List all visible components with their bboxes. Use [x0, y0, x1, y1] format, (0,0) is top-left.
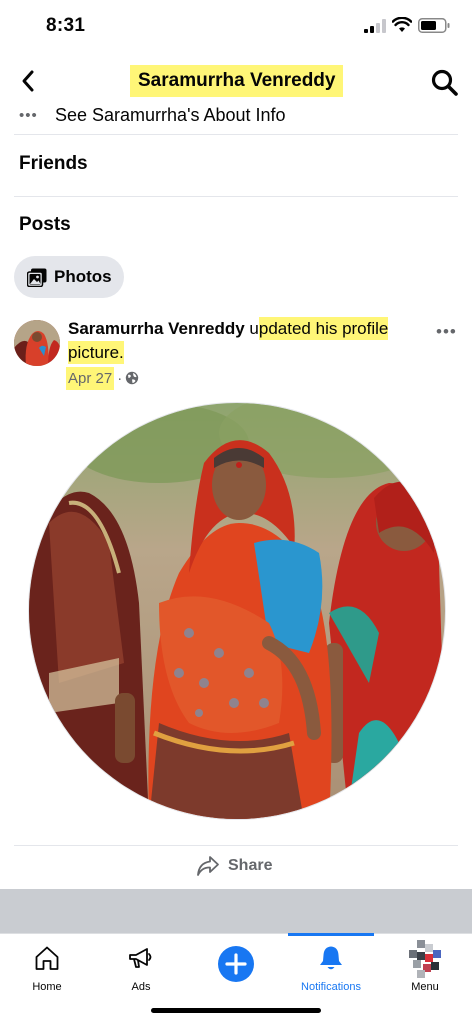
share-button[interactable]: Share [196, 850, 272, 882]
post-author-name[interactable]: Saramurrha Venreddy [68, 319, 245, 338]
status-time: 8:31 [46, 15, 86, 36]
plus-circle-icon [218, 946, 254, 982]
chevron-left-icon [22, 70, 34, 92]
cellular-signal-icon [364, 19, 386, 33]
post-date[interactable]: Apr 27 [66, 366, 115, 390]
tab-menu-label: Menu [411, 981, 439, 993]
tab-ads[interactable]: Ads [94, 934, 188, 1004]
post-header-text: Saramurrha Venreddy updated his profile … [68, 317, 413, 365]
about-info-row[interactable]: ••• See Saramurrha's About Info [0, 102, 472, 134]
page-title: Saramurrha Venreddy [130, 65, 344, 97]
friends-heading[interactable]: Friends [19, 153, 88, 175]
tab-home[interactable]: Home [0, 934, 94, 1004]
tab-ads-label: Ads [131, 981, 151, 993]
megaphone-icon [129, 948, 152, 968]
photos-icon [27, 268, 47, 287]
photo-illustration [29, 403, 445, 819]
divider [14, 196, 458, 197]
more-dots-icon: ••• [19, 107, 38, 124]
tab-home-label: Home [32, 981, 62, 993]
author-avatar[interactable] [14, 320, 60, 366]
bell-icon [320, 946, 342, 970]
divider [14, 845, 458, 846]
back-button[interactable] [14, 66, 42, 96]
tab-create[interactable] [189, 934, 283, 1004]
tab-notifications-label: Notifications [301, 981, 361, 993]
share-label: Share [228, 857, 273, 874]
tab-notifications[interactable]: Notifications [284, 934, 378, 1004]
photos-filter-label: Photos [54, 267, 112, 286]
home-indicator [151, 1008, 321, 1013]
avatar-image [14, 320, 60, 366]
search-icon [431, 69, 458, 96]
profile-picture-image[interactable] [28, 402, 446, 820]
wifi-icon [392, 17, 412, 32]
photos-filter-button[interactable]: Photos [14, 256, 124, 298]
search-button[interactable] [430, 68, 460, 98]
header: Saramurrha Venreddy [0, 56, 472, 106]
divider [14, 134, 458, 135]
meta-separator: · [117, 369, 123, 387]
about-info-link[interactable]: See Saramurrha's About Info [55, 105, 286, 126]
globe-icon [126, 371, 139, 385]
home-icon [35, 946, 59, 970]
post-action-prefix: u [244, 319, 259, 338]
posts-heading: Posts [19, 214, 71, 235]
post-more-button[interactable]: ••• [436, 322, 460, 342]
feed-separator [0, 889, 472, 933]
battery-icon [418, 18, 450, 33]
menu-avatar-icon [409, 940, 441, 978]
share-icon [197, 856, 219, 876]
tab-menu[interactable]: Menu [378, 934, 472, 1004]
post-meta: Apr 27 · [66, 365, 139, 391]
status-bar: 8:31 [0, 0, 472, 52]
